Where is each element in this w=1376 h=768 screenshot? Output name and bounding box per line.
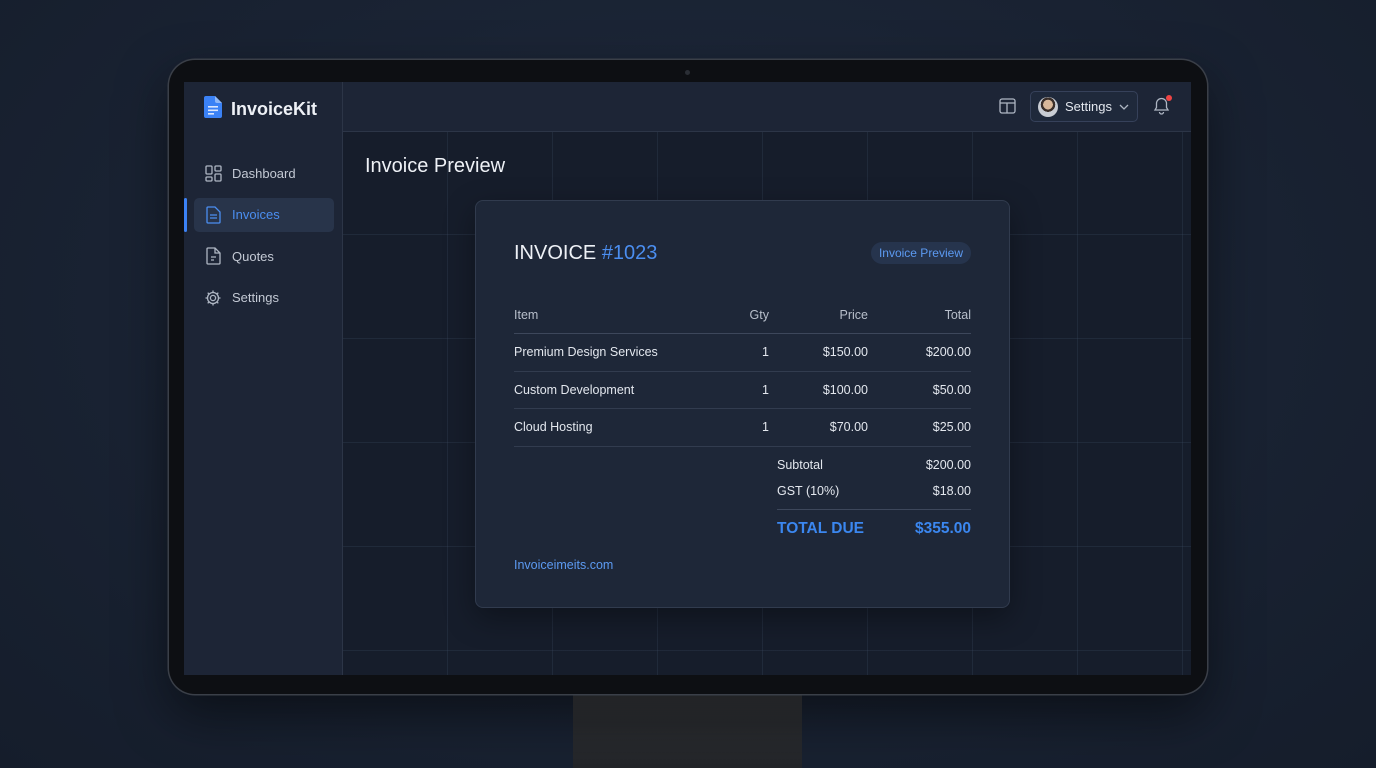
sidebar-item-invoices[interactable]: Invoices (184, 197, 334, 232)
sidebar-item-settings[interactable]: Settings (194, 281, 334, 315)
subtotal-value: $200.00 (925, 458, 971, 472)
app-screen: InvoiceKit Dashboard Invoices Quotes Set… (184, 82, 1191, 675)
chevron-down-icon (1119, 99, 1129, 114)
notification-bell-icon[interactable] (1153, 95, 1172, 115)
invoice-title-prefix: INVOICE (514, 242, 597, 264)
sidebar-item-label: Settings (232, 290, 279, 305)
layout-icon[interactable] (999, 98, 1016, 114)
tax-row: GST (10%) $18.00 (777, 478, 971, 504)
footer-link[interactable]: Invoiceimeits.com (514, 558, 613, 572)
sidebar-item-dashboard[interactable]: Dashboard (194, 156, 334, 190)
column-header-item: Item (514, 308, 539, 322)
cell-price: $70.00 (829, 420, 868, 435)
invoice-table: Item Gty Price Total Premium Design Serv… (514, 297, 971, 447)
invoice-number: #1023 (601, 242, 658, 264)
table-row: Cloud Hosting 1 $70.00 $25.00 (514, 409, 971, 447)
gear-icon (204, 289, 222, 307)
active-indicator (184, 197, 187, 232)
top-bar: Settings (343, 82, 1191, 132)
cell-total: $25.00 (932, 420, 971, 435)
sidebar-nav: Dashboard Invoices Quotes Settings (184, 156, 334, 322)
sidebar: InvoiceKit Dashboard Invoices Quotes Set… (184, 82, 343, 675)
user-menu-label: Settings (1065, 99, 1112, 114)
table-row: Custom Development 1 $100.00 $50.00 (514, 372, 971, 409)
total-due-row: TOTAL DUE $355.00 (777, 510, 971, 548)
column-header-price: Price (839, 308, 868, 322)
cell-total: $50.00 (932, 382, 971, 397)
column-header-total: Total (944, 308, 971, 322)
column-header-qty: Gty (749, 308, 769, 322)
sidebar-item-label: Dashboard (232, 165, 296, 181)
user-menu-button[interactable]: Settings (1030, 91, 1138, 122)
total-due-value: $355.00 (914, 520, 971, 537)
cell-item: Premium Design Services (514, 345, 658, 360)
main-content: Invoice Preview INVOICE #1023 Invoice Pr… (343, 132, 1191, 675)
status-badge: Invoice Preview (870, 242, 971, 264)
tax-label: GST (10%) (777, 484, 840, 498)
table-header: Item Gty Price Total (514, 297, 971, 334)
app-name: InvoiceKit (231, 99, 318, 119)
invoice-logo-icon (204, 96, 222, 123)
total-due-label: TOTAL DUE (777, 520, 864, 537)
camera-dot (685, 70, 690, 75)
table-row: Premium Design Services 1 $150.00 $200.0… (514, 334, 971, 372)
sidebar-item-quotes[interactable]: Quotes (194, 239, 334, 273)
notification-badge (1166, 95, 1172, 101)
dashboard-icon (204, 164, 222, 182)
cell-price: $150.00 (822, 345, 868, 360)
subtotal-row: Subtotal $200.00 (777, 452, 971, 478)
cell-qty: 1 (762, 345, 769, 360)
monitor-frame: InvoiceKit Dashboard Invoices Quotes Set… (169, 60, 1207, 694)
sidebar-item-label: Quotes (232, 248, 274, 264)
brand[interactable]: InvoiceKit (204, 96, 317, 123)
invoice-title: INVOICE #1023 (514, 242, 657, 265)
quote-document-icon (204, 247, 222, 265)
cell-total: $200.00 (925, 345, 971, 360)
cell-item: Cloud Hosting (514, 420, 593, 435)
monitor-stand (573, 692, 802, 768)
document-icon (204, 205, 222, 224)
avatar (1038, 96, 1058, 117)
invoice-card: INVOICE #1023 Invoice Preview Item Gty P… (475, 200, 1010, 608)
cell-price: $100.00 (822, 382, 868, 397)
cell-qty: 1 (762, 420, 769, 435)
invoice-summary: Subtotal $200.00 GST (10%) $18.00 TOTAL … (777, 452, 971, 548)
sidebar-item-label: Invoices (232, 207, 280, 222)
cell-item: Custom Development (514, 382, 635, 397)
subtotal-label: Subtotal (777, 458, 823, 472)
tax-value: $18.00 (932, 484, 971, 498)
page-title: Invoice Preview (365, 155, 506, 177)
cell-qty: 1 (762, 382, 769, 397)
